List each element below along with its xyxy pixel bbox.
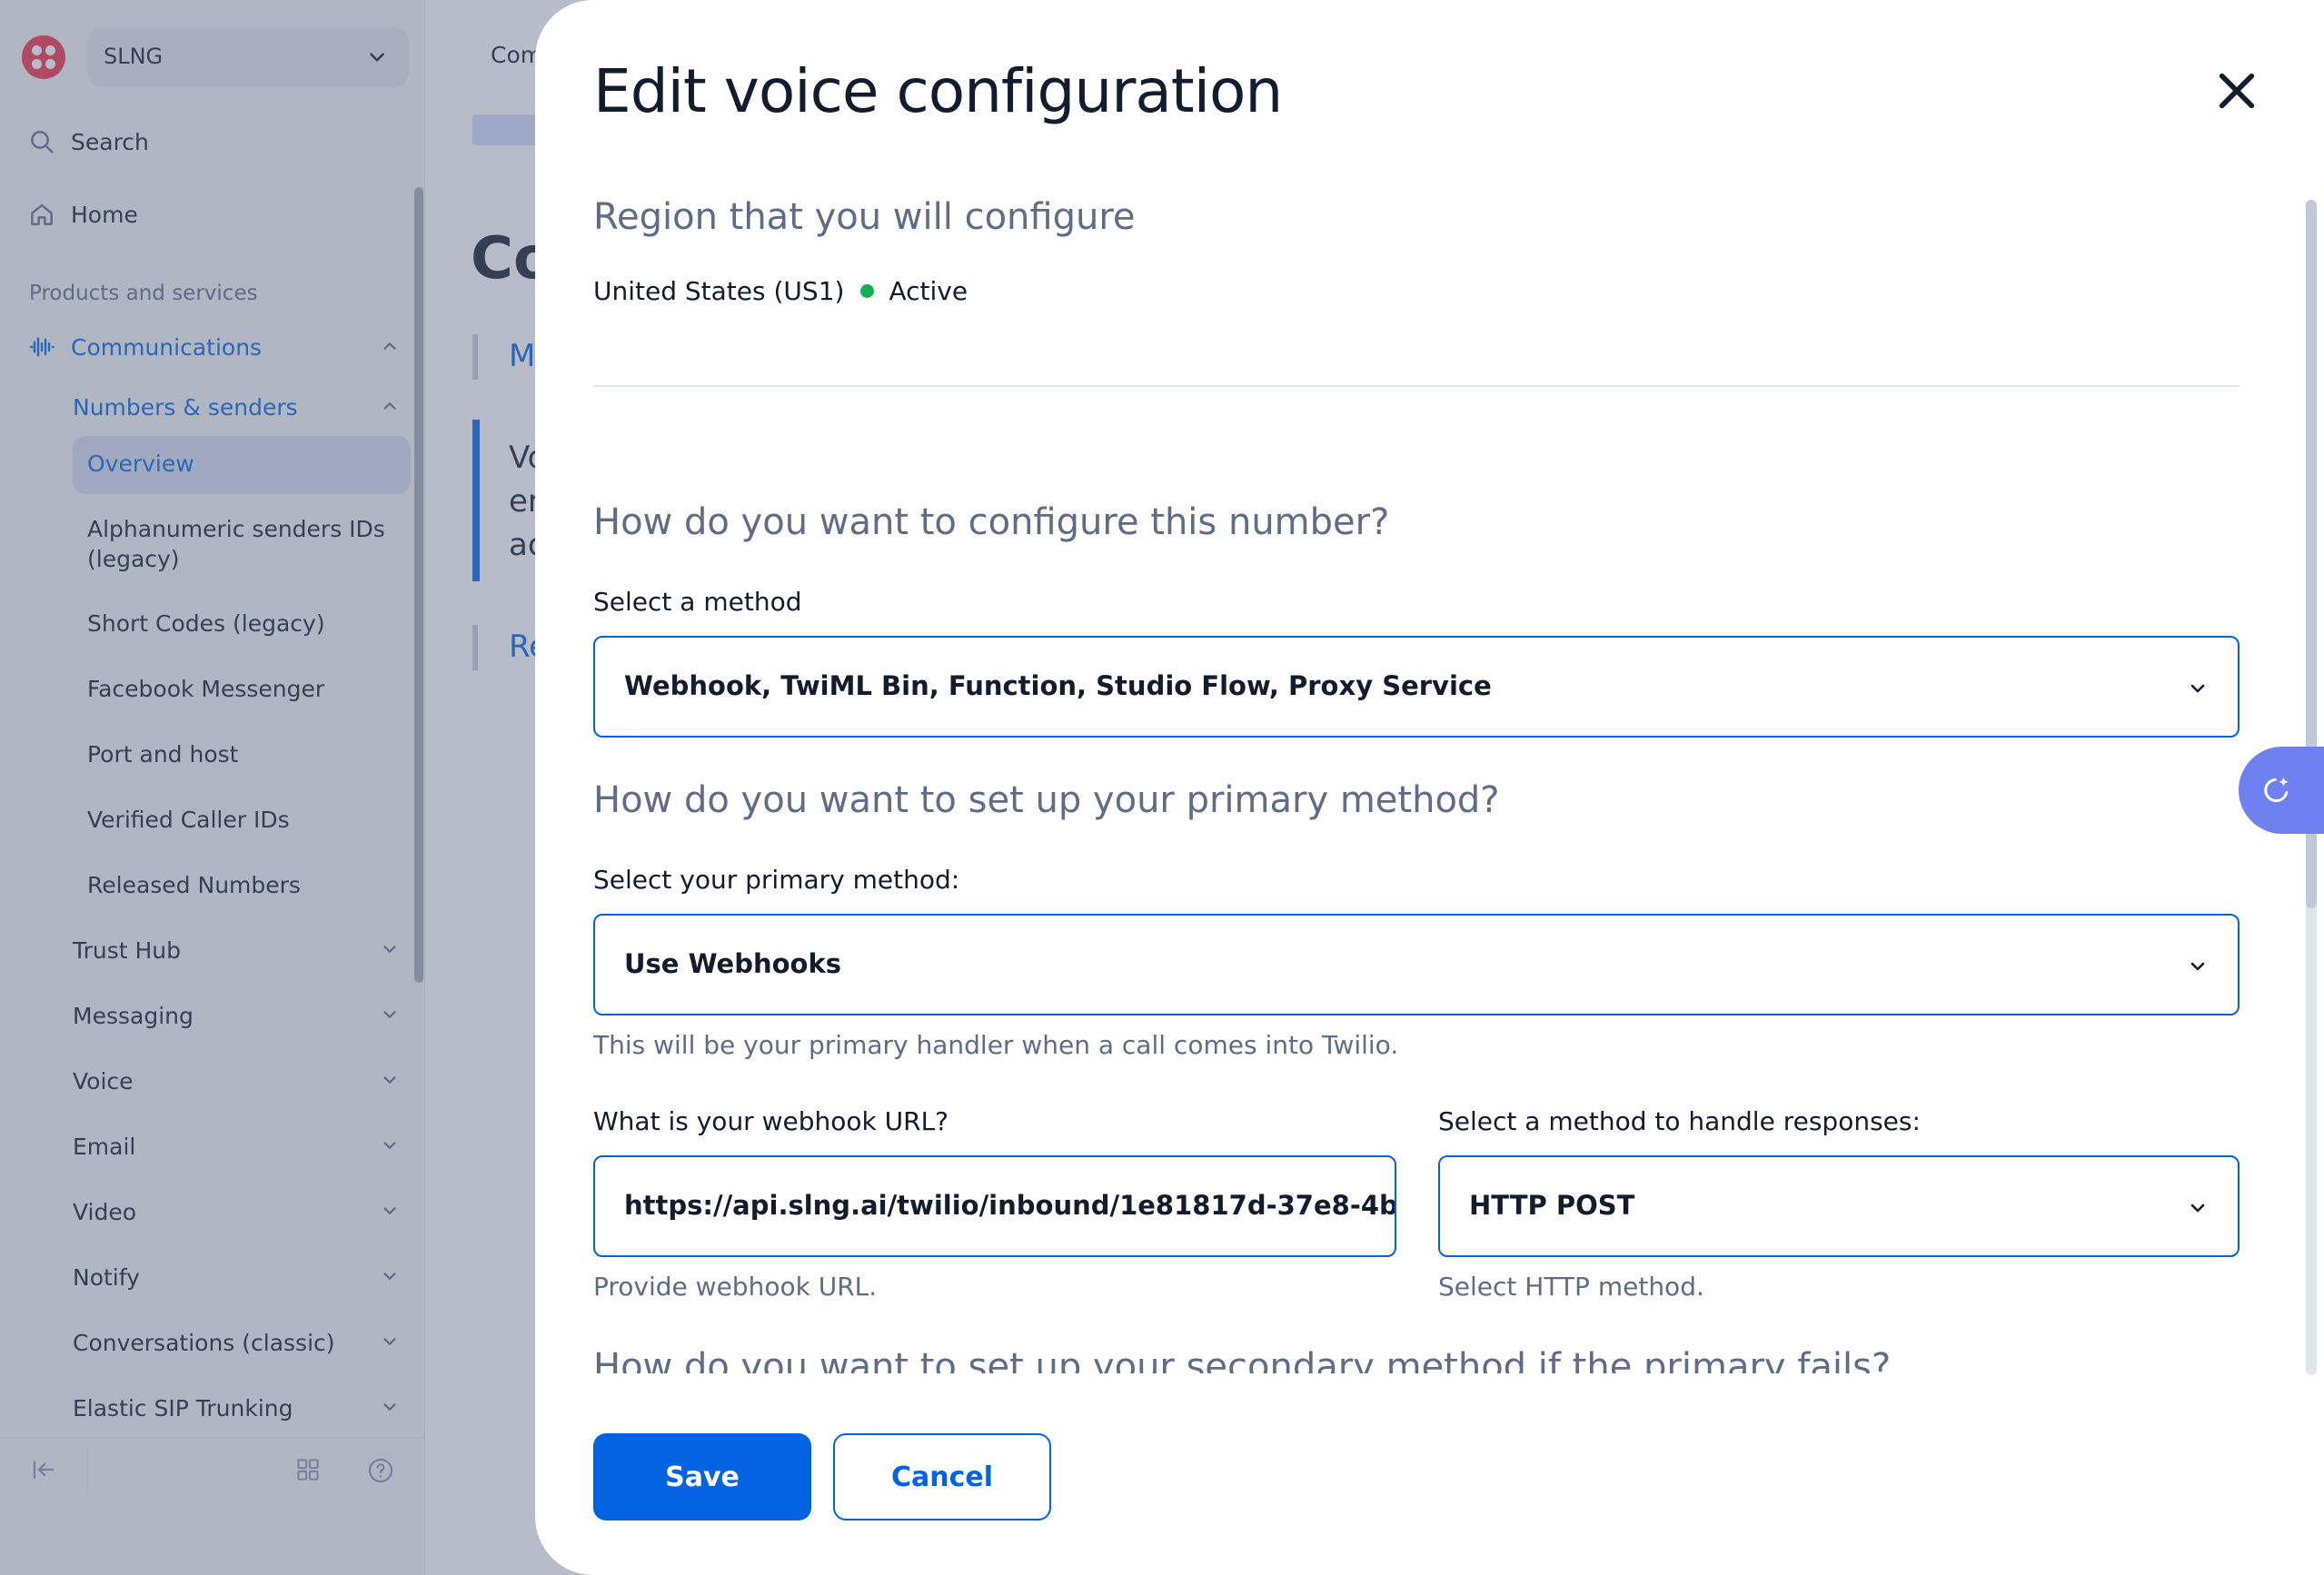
close-icon[interactable] (2211, 65, 2262, 116)
status-badge: Active (889, 276, 968, 306)
webhook-help-text: Provide webhook URL. (593, 1272, 878, 1302)
http-method-select[interactable]: HTTP POST (1438, 1155, 2240, 1257)
region-name: United States (US1) (593, 276, 845, 306)
chevron-down-icon (2190, 684, 2205, 693)
edit-voice-configuration-modal: Edit voice configuration Region that you… (535, 0, 2324, 1575)
method-select[interactable]: Webhook, TwiML Bin, Function, Studio Flo… (593, 636, 2240, 738)
http-help-text: Select HTTP method. (1438, 1272, 1704, 1302)
region-info: United States (US1) Active (593, 276, 968, 306)
cancel-button[interactable]: Cancel (833, 1433, 1051, 1521)
webhook-url-label: What is your webhook URL? (593, 1106, 949, 1136)
save-button[interactable]: Save (593, 1433, 811, 1521)
configure-heading: How do you want to configure this number… (593, 501, 1390, 543)
modal-title: Edit voice configuration (593, 56, 1283, 126)
primary-method-select[interactable]: Use Webhooks (593, 914, 2240, 1015)
webhook-url-value: https://api.slng.ai/twilio/inbound/1e818… (624, 1190, 1396, 1221)
secondary-heading: How do you want to set up your secondary… (593, 1346, 1892, 1373)
method-label: Select a method (593, 587, 802, 617)
chevron-down-icon (2190, 962, 2205, 971)
method-select-value: Webhook, TwiML Bin, Function, Studio Flo… (624, 670, 1492, 701)
ai-assistant-button[interactable] (2239, 747, 2324, 834)
primary-heading: How do you want to set up your primary m… (593, 779, 1500, 821)
http-method-label: Select a method to handle responses: (1438, 1106, 1921, 1136)
region-heading: Region that you will configure (593, 196, 1136, 238)
webhook-url-input[interactable]: https://api.slng.ai/twilio/inbound/1e818… (593, 1155, 1396, 1257)
section-divider (593, 385, 2240, 387)
primary-method-value: Use Webhooks (624, 948, 841, 979)
chevron-down-icon (2190, 1204, 2205, 1213)
primary-method-label: Select your primary method: (593, 865, 960, 895)
primary-help-text: This will be your primary handler when a… (593, 1030, 1399, 1060)
status-dot (860, 284, 875, 298)
modal-body[interactable]: Region that you will configure United St… (535, 173, 2324, 1373)
http-method-value: HTTP POST (1469, 1190, 1635, 1221)
ai-assistant-icon (2264, 777, 2289, 803)
